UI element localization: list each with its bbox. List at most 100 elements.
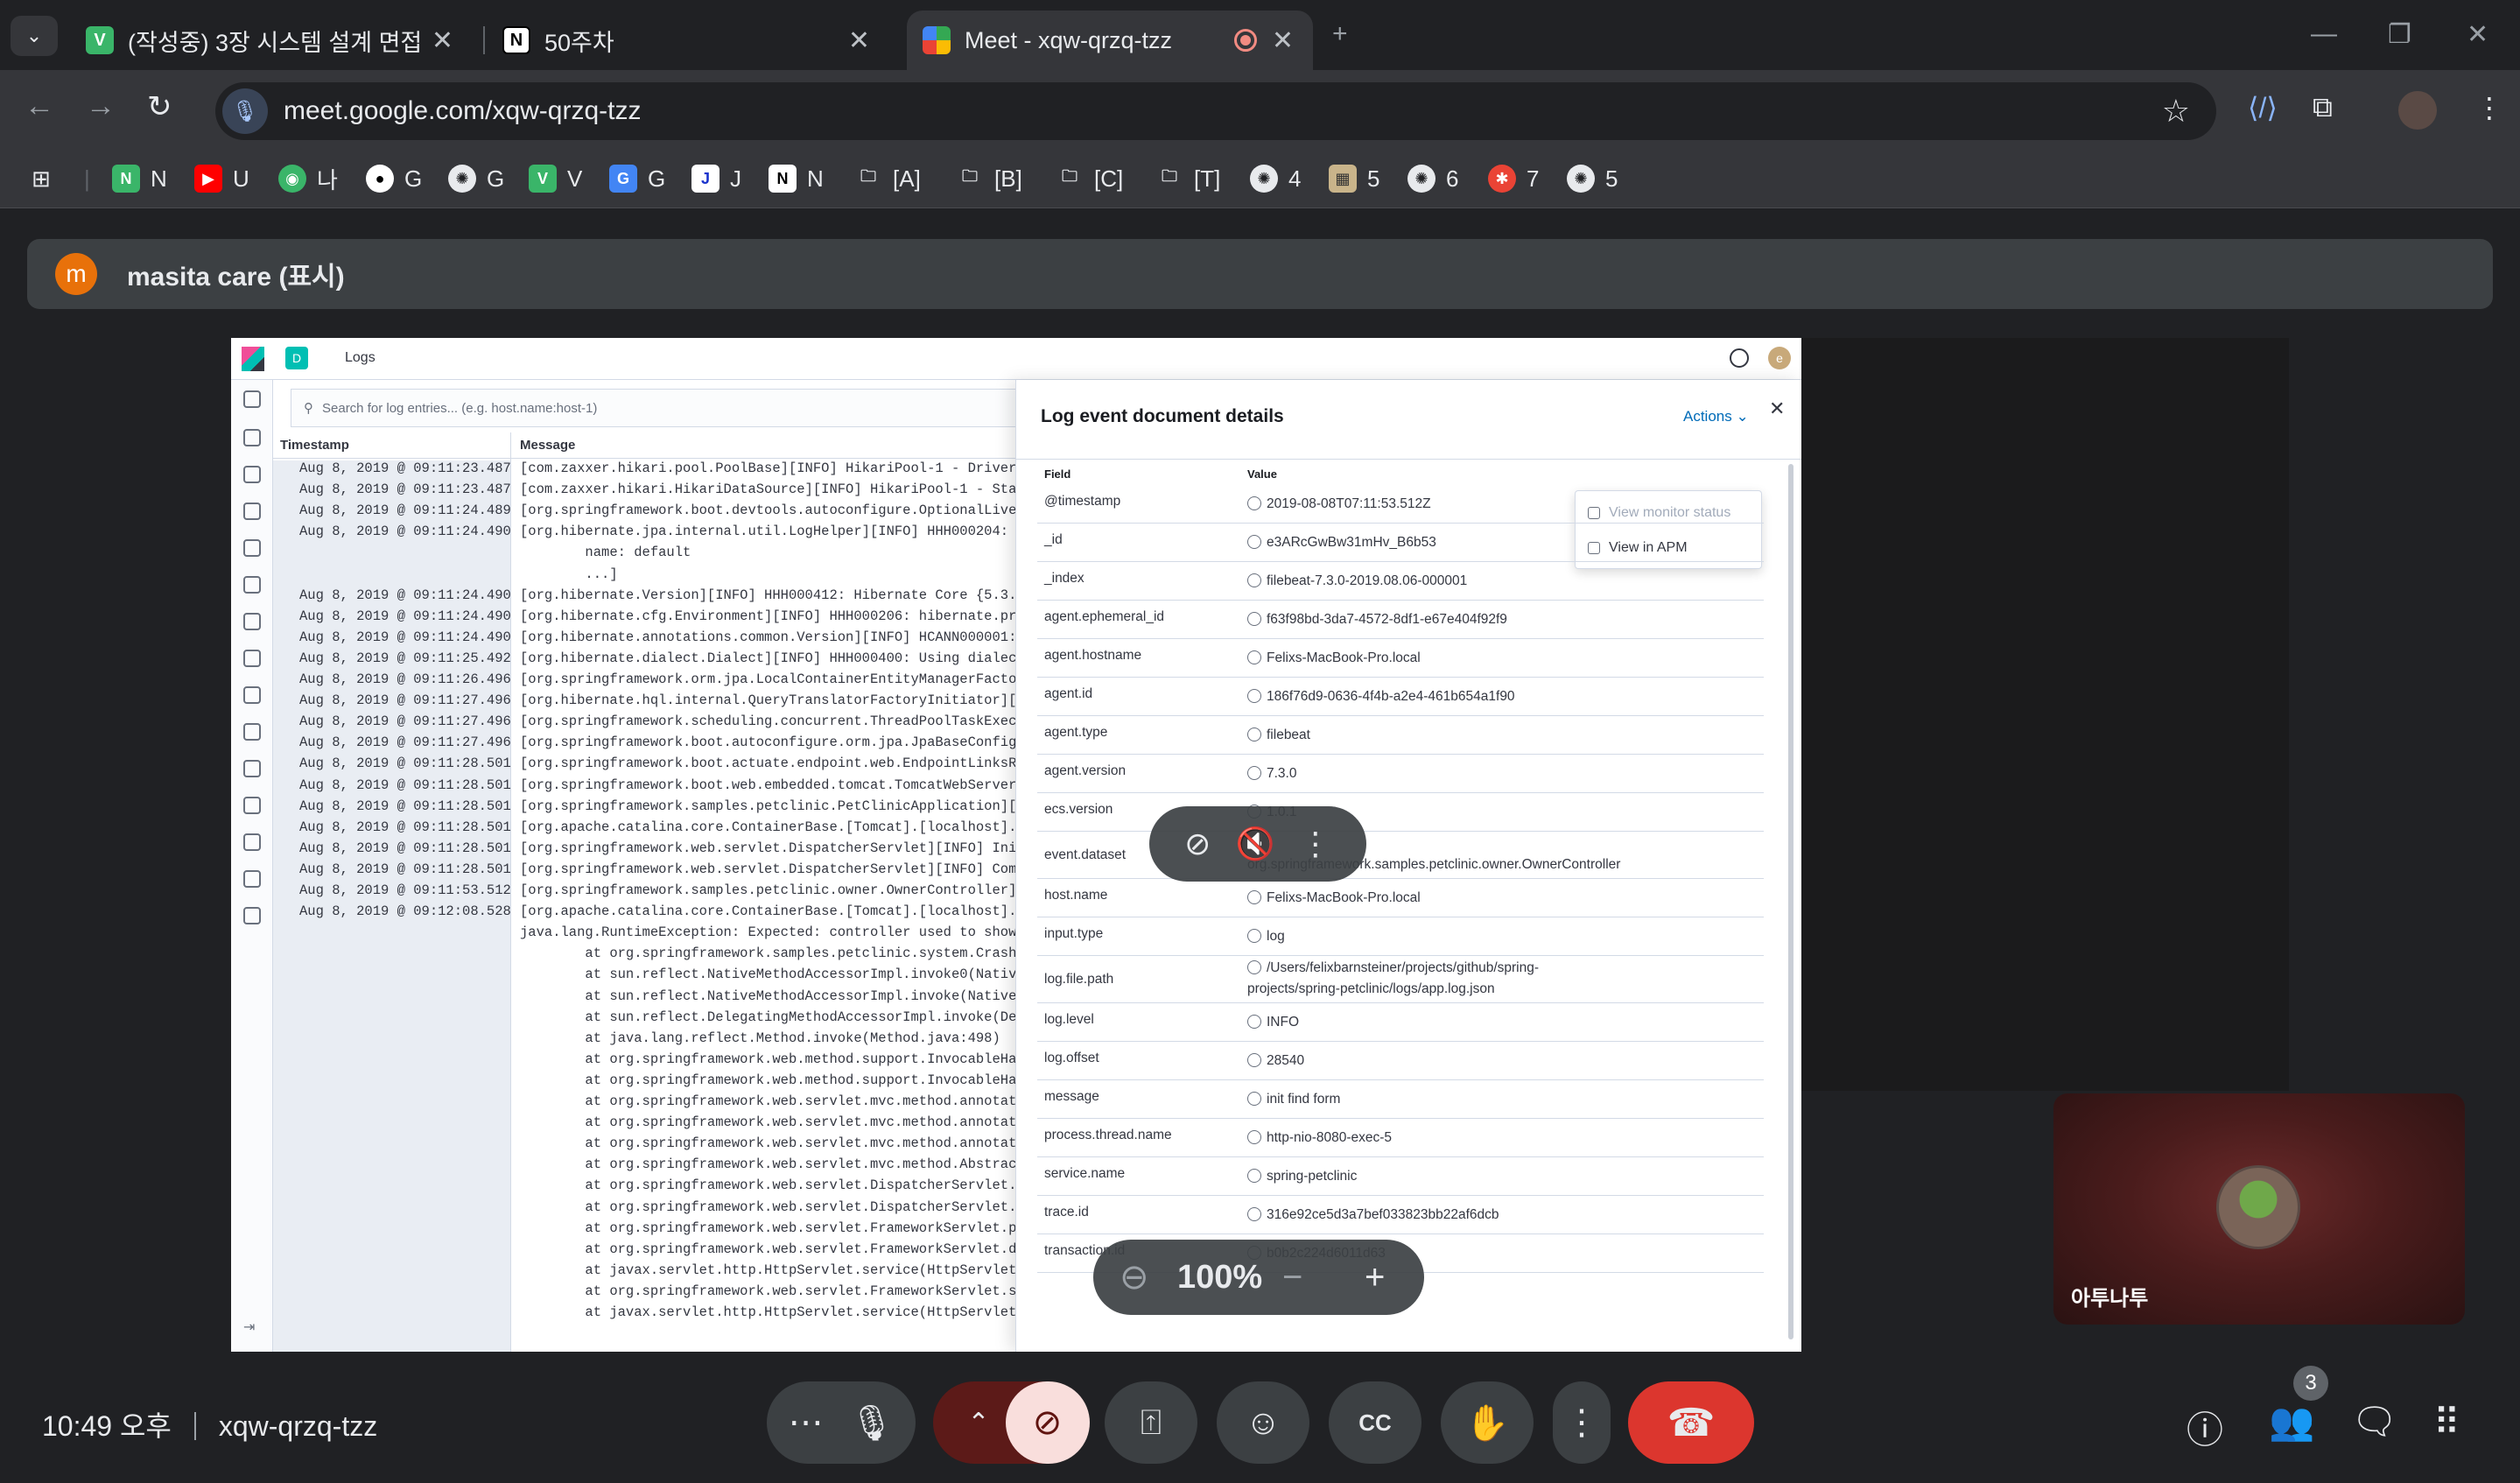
profile-avatar[interactable] [2398, 91, 2437, 130]
log-timestamp: Aug 8, 2019 @ 09:11:24.490 [299, 587, 511, 603]
mute-icon[interactable]: 🔇 [1236, 826, 1275, 862]
avatar: m [55, 253, 97, 295]
bookmark-item[interactable]: ◉ 나 [278, 161, 338, 196]
raise-hand-button[interactable]: ✋ [1441, 1381, 1534, 1464]
log-timestamp: Aug 8, 2019 @ 09:11:28.501 [299, 777, 511, 793]
bookmark-item[interactable]: JJ [691, 161, 741, 196]
bookmark-item[interactable]: ✺ 6 [1407, 161, 1458, 196]
address-bar[interactable]: 🎙 meet.google.com/xqw-qrzq-tzz ☆ [215, 82, 2216, 140]
filter-icon[interactable] [1247, 1092, 1261, 1106]
filter-icon[interactable] [1247, 496, 1261, 510]
close-icon[interactable]: ✕ [1272, 25, 1294, 56]
leave-call-button[interactable]: ☎ [1628, 1381, 1754, 1464]
extensions-icon[interactable]: ⧉ [2313, 91, 2333, 124]
menu-icon[interactable] [243, 390, 261, 408]
participant-tile[interactable]: 아투나투 [2053, 1093, 2465, 1325]
log-message: [org.springframework.web.servlet.Dispatc… [520, 840, 1042, 856]
bookmark-item[interactable]: NN [112, 161, 167, 196]
flyout-title: Log event document details [1041, 406, 1284, 426]
chat-button[interactable]: 🗨 [2351, 1401, 2397, 1444]
bookmark-item[interactable]: ✺ G [448, 161, 504, 196]
camera-toggle-button[interactable]: ⌃ ⊘ [933, 1381, 1090, 1464]
user-avatar[interactable]: e [1768, 347, 1791, 369]
bookmark-item[interactable]: ✺ 4 [1250, 161, 1301, 196]
field-row: log.level INFO [1037, 1003, 1764, 1042]
mic-icon: 🎙 [222, 88, 268, 134]
more-actions-button[interactable]: ⋮ [1553, 1381, 1611, 1464]
filter-icon[interactable] [1247, 612, 1261, 626]
close-icon[interactable]: ✕ [432, 25, 453, 56]
filter-icon[interactable] [1247, 1130, 1261, 1144]
zoom-minus-button[interactable]: − [1282, 1258, 1302, 1297]
bookmark-item[interactable]: ✺ 5 [1567, 161, 1618, 196]
close-icon[interactable]: ✕ [1769, 397, 1785, 420]
field-value: filebeat-7.3.0-2019.08.06-000001 [1247, 571, 1615, 592]
space-avatar[interactable]: D [285, 347, 308, 369]
tab-search-button[interactable]: ⌄ [11, 16, 58, 56]
field-name: message [1044, 1089, 1099, 1104]
close-window-button[interactable]: ✕ [2467, 19, 2488, 50]
bookmark-item[interactable]: ▶ U [194, 161, 249, 196]
folder-icon: 🗀 [1062, 167, 1077, 185]
log-message: [com.zaxxer.hikari.HikariDataSource][INF… [520, 481, 1033, 498]
filter-icon[interactable] [1247, 535, 1261, 549]
filter-icon[interactable] [1247, 689, 1261, 703]
discover-icon[interactable] [243, 429, 261, 446]
filter-icon[interactable] [1247, 727, 1261, 742]
bookmark-folder[interactable]: 🗀 [B] [956, 161, 1022, 196]
filter-icon[interactable] [1247, 1207, 1261, 1221]
browser-tab-3[interactable]: Meet - xqw-qrzq-tzz ✕ [907, 11, 1313, 70]
info-icon: ⓘ [2187, 1409, 2224, 1451]
translate-icon[interactable]: ⟨/⟩ [2248, 91, 2278, 124]
captions-button[interactable]: CC [1329, 1381, 1421, 1464]
more-vert-icon[interactable]: ⋮ [1300, 826, 1331, 862]
flyout-scrollbar[interactable] [1788, 464, 1793, 1339]
reload-button[interactable]: ↻ [147, 89, 172, 124]
minimize-button[interactable]: — [2311, 19, 2337, 49]
unpin-icon[interactable]: ⊘ [1184, 826, 1211, 862]
apps-icon[interactable]: ⊞ [32, 161, 51, 196]
field-value: e3ARcGwBw31mHv_B6b53 [1247, 532, 1615, 553]
help-icon[interactable] [1730, 348, 1749, 368]
filter-icon[interactable] [1247, 766, 1261, 780]
zoom-plus-button[interactable]: + [1365, 1258, 1385, 1297]
filter-icon[interactable] [1247, 1053, 1261, 1067]
more-vert-icon[interactable]: ⋮ [2475, 91, 2503, 124]
bookmark-folder[interactable]: 🗀 [C] [1056, 161, 1123, 196]
browser-tab-2[interactable]: N 50주차 ✕ [487, 11, 889, 70]
people-button[interactable]: 👥 [2269, 1401, 2314, 1444]
bookmark-item[interactable]: GG [609, 161, 665, 196]
filter-icon[interactable] [1247, 1015, 1261, 1029]
filter-icon[interactable] [1247, 960, 1261, 974]
filter-icon[interactable] [1247, 650, 1261, 664]
value-text: INFO [1267, 1015, 1300, 1030]
filter-icon[interactable] [1247, 890, 1261, 904]
bookmark-item[interactable]: ▦ 5 [1329, 161, 1379, 196]
actions-button[interactable]: Actions ⌄ [1683, 408, 1749, 425]
forward-button[interactable]: → [86, 89, 116, 123]
meet-icon [923, 26, 951, 54]
restore-button[interactable]: ❐ [2388, 19, 2411, 50]
bookmark-item[interactable]: ● G [366, 161, 422, 196]
bookmark-label: G [648, 165, 666, 192]
bookmark-folder[interactable]: 🗀 [T] [1155, 161, 1220, 196]
filter-icon[interactable] [1247, 573, 1261, 587]
more-options-button[interactable]: ⋯ 🎙 [767, 1381, 916, 1464]
log-timestamp: Aug 8, 2019 @ 09:11:26.496 [299, 671, 511, 687]
log-message: at org.springframework.web.servlet.Frame… [520, 1219, 1042, 1236]
new-tab-button[interactable]: + [1332, 19, 1348, 49]
close-icon[interactable]: ✕ [848, 25, 870, 56]
activities-button[interactable]: ⠿ [2433, 1401, 2460, 1444]
back-button[interactable]: ← [25, 89, 54, 123]
browser-tab-1[interactable]: V (작성중) 3장 시스템 설계 면접 ✕ [70, 11, 473, 70]
meeting-details-button[interactable]: ⓘ [2187, 1401, 2223, 1454]
bookmark-item[interactable]: ✱ 7 [1488, 161, 1539, 196]
emoji-button[interactable]: ☺ [1217, 1381, 1309, 1464]
bookmark-folder[interactable]: 🗀 [A] [854, 161, 921, 196]
bookmark-item[interactable]: NN [769, 161, 824, 196]
filter-icon[interactable] [1247, 929, 1261, 943]
filter-icon[interactable] [1247, 1169, 1261, 1183]
star-icon[interactable]: ☆ [2162, 93, 2190, 130]
bookmark-item[interactable]: VV [529, 161, 582, 196]
present-button[interactable]: ⍐ [1105, 1381, 1197, 1464]
